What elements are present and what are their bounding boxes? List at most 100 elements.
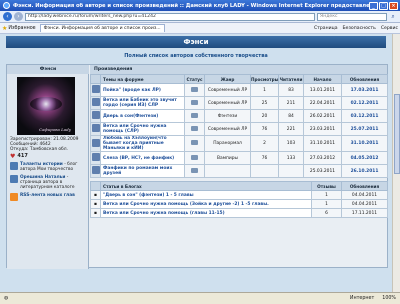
work-updated-date[interactable]: 26.10.2011 [341, 164, 388, 178]
chapter-title[interactable]: Ветка или Срочно нужна помощь (главы 11-… [103, 211, 225, 216]
book-icon [92, 124, 100, 132]
status-icon [184, 83, 205, 97]
works-column-header: Произведения [90, 65, 387, 74]
work-title[interactable]: Фанфики по романам моих друзей [103, 166, 172, 176]
chapter-title-cell[interactable]: "Дверь в сон" (фэнтези) 1 - 5 главы [100, 190, 312, 200]
chapter-title[interactable]: "Дверь в сон" (фэнтези) 1 - 5 главы [103, 193, 194, 198]
work-updated-date[interactable]: 04.05.2012 [341, 151, 388, 165]
work-readers: 83 [278, 83, 304, 97]
work-updated-date[interactable]: 31.10.2011 [341, 135, 388, 152]
icon-col-header [90, 74, 101, 84]
status-icon [191, 112, 198, 118]
zoom-level[interactable]: 100% [382, 296, 396, 301]
work-genre: Современный ЛР [204, 96, 251, 110]
close-button[interactable]: × [389, 1, 398, 10]
work-title[interactable]: Слеза (ВР, НС?, не фанфик) [103, 156, 174, 161]
rss-icon [10, 192, 18, 201]
header-status: Статус [184, 74, 205, 84]
catalog-link[interactable]: Орешина Натальи - страница автора в лите… [10, 174, 88, 190]
work-title-link[interactable]: Пойка" (вроде как ЛР) [100, 83, 185, 97]
authors-list-link[interactable]: Полный список авторов собственного творч… [0, 53, 392, 59]
book-icon [92, 85, 100, 93]
work-icon [90, 164, 101, 178]
eye-image [30, 97, 62, 111]
work-updated-date[interactable]: 02.12.2011 [341, 96, 388, 110]
work-title-link[interactable]: Любовь на Хэллоуин(что бывает когда прия… [100, 135, 185, 152]
status-icon [184, 96, 205, 110]
work-readers: 133 [278, 151, 304, 165]
rss-link[interactable]: RSS-лента новых глав [10, 192, 88, 201]
scrollbar-thumb[interactable] [394, 94, 400, 174]
registered-date: 21.08.2009 [53, 137, 79, 142]
blog-link[interactable]: Таланты истории - блог автора Мои творче… [10, 161, 88, 172]
work-title[interactable]: Любовь на Хэллоуин(что бывает когда прия… [103, 137, 167, 151]
status-icon [191, 154, 198, 160]
status-icon [191, 140, 198, 145]
work-updated-date[interactable]: 03.12.2011 [341, 109, 388, 123]
work-title[interactable]: Ветка или Срочно нужна помощь (СЛР) [103, 124, 166, 134]
work-start-date: 25.03.2011 [303, 164, 342, 178]
favorites-label: Избранное [8, 25, 36, 31]
table-row: ▪ Ветка или Срочно нужна помощь (главы 11… [90, 208, 388, 218]
work-title-link[interactable]: Фанфики по романам моих друзей [100, 164, 185, 178]
search-icon[interactable]: ⌕ [389, 13, 397, 21]
search-input[interactable]: Яндекс [317, 12, 387, 21]
table-row: Дверь в сон(Фэнтези) Фэнтези 20 84 26.02.201… [90, 109, 388, 123]
avatar: Сафирова Lady [17, 77, 75, 135]
header-genre: Жанр [204, 74, 251, 84]
chapter-updated: 17.11.2011 [341, 208, 388, 218]
forward-button[interactable]: › [14, 12, 23, 21]
work-title[interactable]: Пойка" (вроде как ЛР) [103, 88, 161, 93]
work-icon [90, 122, 101, 136]
security-zone: Интернет [349, 296, 375, 301]
work-updated-date[interactable]: 17.03.2011 [341, 83, 388, 97]
icon-col-header [90, 181, 101, 191]
tools-menu[interactable]: Сервис [381, 26, 398, 31]
blog-icon [10, 161, 18, 170]
page-menu[interactable]: Страница [314, 26, 338, 31]
work-readers [278, 164, 304, 178]
thanks-value: 417 [17, 152, 28, 159]
status-icon [191, 125, 198, 131]
url-input[interactable]: http://lady.webnice.ru/forum/writers_new… [25, 12, 315, 21]
back-button[interactable]: ‹ [3, 12, 12, 21]
favorites-button[interactable]: ★ Избранное [2, 25, 36, 32]
chapter-replies: 1 [311, 190, 342, 200]
author-profile: Сафирова Lady Зарегистрирован: 21.08.200… [7, 74, 89, 269]
window-title: Фэнси. Информация об авторе и список про… [13, 2, 369, 9]
minimize-button[interactable]: _ [369, 1, 378, 10]
vertical-scrollbar[interactable] [392, 34, 400, 292]
work-title-link[interactable]: Ветка или Срочно нужна помощь (СЛР) [100, 122, 185, 136]
work-title-link[interactable]: Слеза (ВР, НС?, не фанфик) [100, 151, 185, 165]
author-column-header: Фэнси [7, 65, 89, 74]
work-views: 1 [250, 83, 279, 97]
maximize-button[interactable]: □ [379, 1, 388, 10]
chapter-title-cell[interactable]: Ветка или Срочно нужна помощь (главы 11-… [100, 208, 312, 218]
page-content: Фэнси Полный список авторов собственного… [0, 34, 392, 292]
table-row: Любовь на Хэллоуин(что бывает когда прия… [90, 135, 388, 152]
work-start-date: 23.03.2011 [303, 122, 342, 136]
table-row: Ветка или Бабник это звучит гордо (серия… [90, 96, 388, 110]
safety-menu[interactable]: Безопасность [343, 26, 376, 31]
status-icon [184, 122, 205, 136]
table-row: Слеза (ВР, НС?, не фанфик) Вампиры 76 133 27… [90, 151, 388, 165]
table-row: ▪ Ветка или Срочно нужна помощь (Зойка и … [90, 199, 388, 209]
work-title[interactable]: Дверь в сон(Фэнтези) [103, 114, 158, 119]
work-readers: 103 [278, 135, 304, 152]
chapter-updated: 04.04.2011 [341, 190, 388, 200]
chapter-title-cell[interactable]: Ветка или Срочно нужна помощь (Зойка и д… [100, 199, 312, 209]
work-icon [90, 96, 101, 110]
chapter-replies: 6 [311, 208, 342, 218]
work-title-link[interactable]: Ветка или Бабник это звучит гордо (серия… [100, 96, 185, 110]
status-icon [191, 167, 198, 173]
browser-tab[interactable]: Фэнси. Информация об авторе и список про… [39, 24, 165, 32]
work-genre: Вампиры [204, 151, 251, 165]
globe-icon: ◍ [4, 296, 9, 301]
work-start-date: 13.01.2011 [303, 83, 342, 97]
work-title-link[interactable]: Дверь в сон(Фэнтези) [100, 109, 185, 123]
table-row: Фанфики по романам моих друзей 25.03.2011… [90, 164, 388, 178]
work-title[interactable]: Ветка или Бабник это звучит гордо (серия… [103, 98, 177, 108]
work-updated-date[interactable]: 25.07.2011 [341, 122, 388, 136]
chapter-title[interactable]: Ветка или Срочно нужна помощь (Зойка и д… [103, 202, 269, 207]
book-icon [92, 138, 100, 147]
